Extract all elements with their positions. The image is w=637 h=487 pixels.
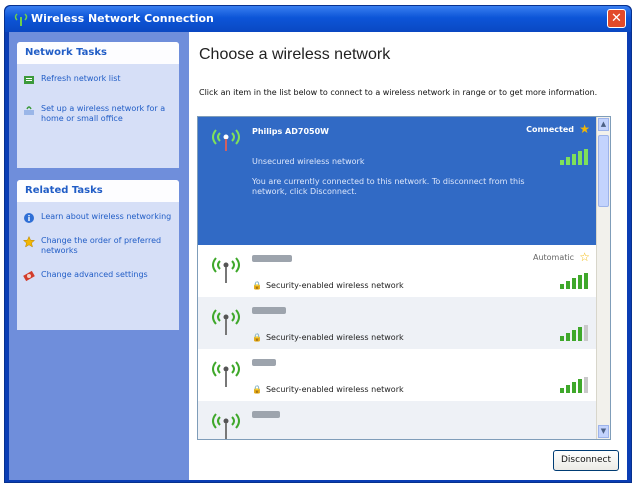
title-bar[interactable]: Wireless Network Connection ✕ — [5, 6, 631, 32]
signal-strength-icon — [560, 325, 590, 345]
disconnect-button[interactable]: Disconnect — [553, 450, 619, 471]
network-item-connected[interactable]: Philips AD7050W Connected ★ Unsecured wi… — [198, 117, 596, 245]
network-name: Philips AD7050W — [252, 127, 329, 136]
related-tasks-heading: Related Tasks — [17, 180, 179, 202]
wireless-signal-icon — [208, 411, 244, 439]
scroll-up-button[interactable]: ▲ — [598, 118, 609, 131]
wireless-signal-icon — [208, 359, 244, 393]
task-pane: Network Tasks Refresh network list Set u… — [9, 32, 189, 480]
signal-strength-icon — [560, 377, 590, 397]
security-label: 🔒 Security-enabled wireless network — [252, 333, 404, 342]
network-tasks-box: Network Tasks Refresh network list Set u… — [17, 42, 179, 168]
lock-icon: 🔒 — [252, 333, 262, 342]
wireless-signal-icon — [208, 127, 244, 155]
network-security-type: Unsecured wireless network — [252, 157, 365, 166]
star-icon — [22, 235, 36, 251]
change-advanced-settings-label: Change advanced settings — [41, 270, 148, 279]
network-item[interactable]: Automatic ☆ 🔒 Security-enabled wireless n… — [198, 245, 596, 297]
main-panel: Choose a wireless network Click an item … — [189, 32, 627, 480]
setup-wireless-network-label: Set up a wireless network for a home or … — [41, 104, 166, 123]
page-title: Choose a wireless network — [199, 46, 391, 63]
wireless-signal-icon — [208, 255, 244, 289]
learn-about-wireless-link[interactable]: Learn about wireless networking — [17, 212, 179, 223]
change-advanced-settings-link[interactable]: Change advanced settings — [17, 270, 179, 282]
network-name-obscured — [252, 307, 286, 316]
connection-message: You are currently connected to this netw… — [252, 177, 525, 196]
scroll-down-button[interactable]: ▼ — [598, 425, 609, 438]
lock-icon: 🔒 — [252, 385, 262, 394]
security-text: Security-enabled wireless network — [265, 281, 404, 290]
refresh-network-list-link[interactable]: Refresh network list — [17, 74, 179, 84]
security-label: 🔒 Security-enabled wireless network — [252, 385, 404, 394]
close-icon: ✕ — [611, 11, 622, 26]
network-name-obscured — [252, 255, 292, 264]
signal-strength-icon — [560, 149, 590, 169]
list-scrollbar[interactable]: ▲ ▼ — [596, 117, 610, 439]
setup-network-icon — [23, 104, 35, 119]
network-tasks-heading: Network Tasks — [17, 42, 179, 64]
security-text: Security-enabled wireless network — [265, 385, 404, 394]
window-client: Network Tasks Refresh network list Set u… — [9, 32, 627, 480]
network-item[interactable]: 🔒 Security-enabled wireless network — [198, 349, 596, 401]
security-label: 🔒 Security-enabled wireless network — [252, 281, 404, 290]
close-button[interactable]: ✕ — [607, 9, 626, 28]
connection-status: Automatic — [532, 253, 574, 262]
security-text: Security-enabled wireless network — [265, 333, 404, 342]
instructions-text: Click an item in the list below to conne… — [199, 88, 598, 97]
scroll-thumb[interactable] — [598, 135, 609, 207]
info-icon — [23, 212, 35, 227]
preferred-star-icon: ☆ — [579, 250, 590, 264]
network-item[interactable]: 🔒 Security-enabled wireless network — [198, 297, 596, 349]
network-item[interactable] — [198, 401, 596, 439]
network-list[interactable]: Philips AD7050W Connected ★ Unsecured wi… — [197, 116, 611, 440]
signal-strength-icon — [560, 273, 590, 293]
settings-icon — [23, 270, 35, 285]
change-order-preferred-label: Change the order of preferred networks — [41, 236, 162, 255]
refresh-icon — [23, 74, 35, 89]
wireless-signal-icon — [208, 307, 244, 341]
network-name-obscured — [252, 411, 280, 420]
connection-status: Connected — [526, 125, 574, 134]
lock-icon: 🔒 — [252, 281, 262, 290]
refresh-network-list-label: Refresh network list — [41, 74, 121, 83]
wireless-icon — [13, 11, 29, 30]
wireless-network-window: Wireless Network Connection ✕ Network Ta… — [4, 5, 632, 483]
related-tasks-box: Related Tasks Learn about wireless netwo… — [17, 180, 179, 330]
learn-about-wireless-label: Learn about wireless networking — [41, 212, 172, 221]
setup-wireless-network-link[interactable]: Set up a wireless network for a home or … — [17, 104, 179, 124]
network-name-obscured — [252, 359, 276, 368]
window-title: Wireless Network Connection — [31, 12, 214, 25]
preferred-star-icon: ★ — [579, 122, 590, 136]
change-order-preferred-link[interactable]: Change the order of preferred networks — [17, 235, 179, 256]
